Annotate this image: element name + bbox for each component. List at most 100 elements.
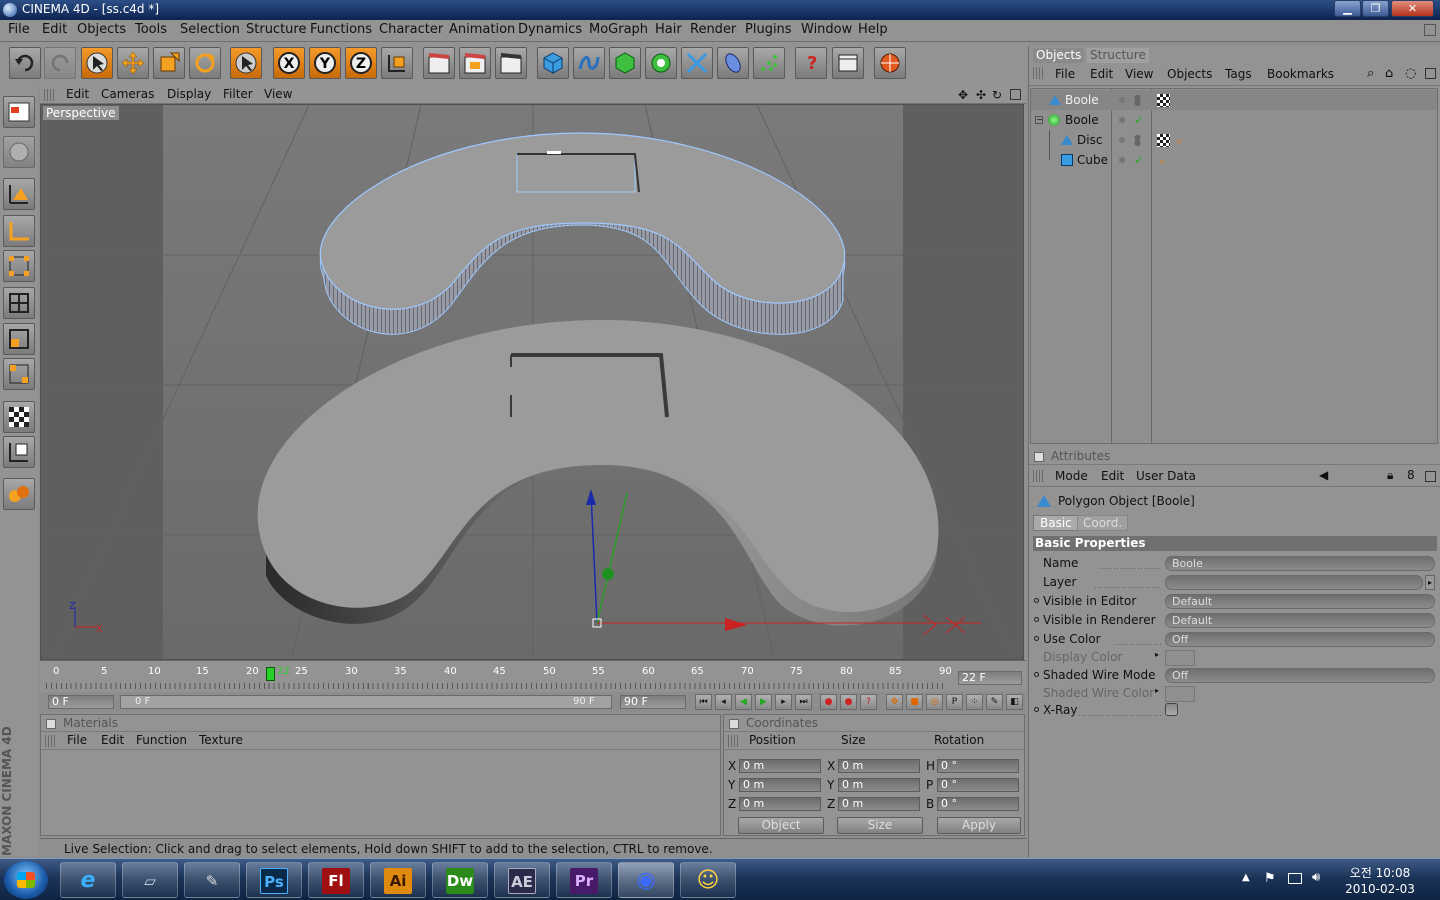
rot-b-field[interactable]: 0 °	[937, 797, 1019, 811]
viewport-menu-cameras[interactable]: Cameras	[101, 87, 154, 101]
taskbar-premiere[interactable]: Pr	[556, 862, 612, 898]
visible-in-renderer-select[interactable]: Default	[1165, 613, 1435, 628]
scale-tool-button[interactable]	[153, 47, 185, 79]
taskbar-ie[interactable]: e	[60, 862, 116, 898]
record-position-button[interactable]: ✥	[886, 694, 903, 710]
rot-h-field[interactable]: 0 °	[937, 759, 1019, 773]
workplane-button[interactable]	[3, 436, 35, 468]
shaded-wire-color-swatch[interactable]	[1165, 686, 1195, 702]
web-browser-button[interactable]	[874, 47, 906, 79]
rot-p-field[interactable]: 0 °	[937, 778, 1019, 792]
attr-tab-coord[interactable]: Coord.	[1077, 515, 1129, 531]
tab-objects[interactable]: Objects	[1033, 48, 1085, 63]
taskbar-flash[interactable]: Fl	[308, 862, 364, 898]
redo-button[interactable]	[44, 47, 76, 79]
use-texture-mode-button[interactable]	[3, 178, 35, 210]
taskbar-pen-tool[interactable]: ✎	[184, 862, 240, 898]
texture-tag-icon[interactable]	[1157, 94, 1170, 107]
menu-render[interactable]: Render	[690, 22, 736, 37]
taskbar-photoshop[interactable]: Ps	[246, 862, 302, 898]
move-tool-button[interactable]	[117, 47, 149, 79]
phong-tag-icon[interactable]: ⚬	[1157, 152, 1167, 172]
minimize-button[interactable]: ▁	[1334, 0, 1361, 17]
visibility-dot-icon[interactable]	[1119, 97, 1125, 103]
rotate-tool-button[interactable]	[189, 47, 221, 79]
visible-in-editor-select[interactable]: Default	[1165, 594, 1435, 609]
particle-object-button[interactable]	[753, 47, 785, 79]
object-menu-edit[interactable]: Edit	[1090, 67, 1113, 81]
name-field[interactable]: Boole	[1165, 556, 1435, 571]
texture-tool-button[interactable]	[3, 401, 35, 433]
home-icon[interactable]: ⌂	[1385, 66, 1393, 81]
menu-objects[interactable]: Objects	[77, 22, 126, 37]
coordinate-mode-select[interactable]: Object	[738, 817, 824, 834]
menu-edit[interactable]: Edit	[42, 22, 67, 37]
viewport-menu-edit[interactable]: Edit	[66, 87, 89, 101]
expand-arrow-icon[interactable]: ▸	[1155, 650, 1159, 659]
render-settings-button[interactable]	[832, 47, 864, 79]
menu-structure[interactable]: Structure	[246, 22, 306, 37]
viewport-maximize-icon[interactable]	[1010, 89, 1021, 100]
network-icon[interactable]	[1288, 873, 1302, 884]
taskbar-cinema4d[interactable]: ◉	[618, 862, 674, 898]
link-icon[interactable]: 8	[1407, 468, 1415, 482]
search-icon[interactable]: ⌕	[1367, 66, 1374, 81]
menu-plugins[interactable]: Plugins	[745, 22, 792, 37]
pos-y-field[interactable]: 0 m	[739, 778, 821, 792]
apply-button[interactable]: Apply	[937, 817, 1021, 834]
keyframe-selection-button[interactable]: ?	[860, 694, 877, 710]
lock-icon[interactable]: 🔒︎	[1387, 468, 1393, 483]
record-parameter-button[interactable]: P	[946, 694, 963, 710]
z-axis-lock-button[interactable]: Z	[345, 47, 377, 79]
tree-row-disc[interactable]: Disc ● ● ⚬	[1031, 130, 1437, 150]
tree-row-boole-1[interactable]: Boole ● ●	[1031, 90, 1437, 110]
use-edges-mode-button[interactable]	[3, 287, 35, 319]
object-menu-objects[interactable]: Objects	[1167, 67, 1212, 81]
attr-menu-user-data[interactable]: User Data	[1136, 469, 1196, 483]
timeline-options-button[interactable]: ✎	[986, 694, 1003, 710]
system-clock[interactable]: 오전 10:08 2010-02-03	[1330, 865, 1430, 897]
last-tool-button[interactable]	[230, 47, 262, 79]
texture-tag-icon[interactable]	[1157, 134, 1170, 147]
end-frame-field[interactable]: 90 F	[620, 695, 686, 709]
playhead[interactable]	[266, 667, 275, 681]
expand-arrow-icon[interactable]: ▸	[1155, 686, 1159, 695]
x-ray-checkbox[interactable]	[1165, 703, 1178, 716]
visibility-dot-icon[interactable]	[1119, 157, 1125, 163]
use-axis-mode-button[interactable]	[3, 215, 35, 247]
size-y-field[interactable]: 0 m	[838, 778, 920, 792]
object-menu-tags[interactable]: Tags	[1225, 67, 1252, 81]
menu-animation[interactable]: Animation	[449, 22, 515, 37]
menu-functions[interactable]: Functions	[310, 22, 372, 37]
environment-object-button[interactable]	[717, 47, 749, 79]
tray-expand-icon[interactable]: ▲	[1242, 872, 1250, 883]
new-window-icon[interactable]	[1425, 471, 1436, 482]
render-dot-icon[interactable]: ● ●	[1134, 94, 1141, 107]
array-object-button[interactable]	[645, 47, 677, 79]
live-uv-button[interactable]	[3, 358, 35, 390]
taskbar-after-effects[interactable]: AE	[494, 862, 550, 898]
object-menu-file[interactable]: File	[1055, 67, 1075, 81]
attr-menu-mode[interactable]: Mode	[1055, 469, 1088, 483]
render-dot-icon[interactable]: ● ●	[1134, 134, 1141, 147]
next-key-button[interactable]: ▸	[775, 694, 792, 710]
layer-field[interactable]	[1165, 575, 1423, 590]
current-frame-field[interactable]: 22 F	[958, 671, 1022, 685]
volume-icon[interactable]: 🔊︎	[1312, 870, 1320, 885]
start-frame-field[interactable]: 0 F	[48, 695, 114, 709]
menu-character[interactable]: Character	[379, 22, 443, 37]
perspective-viewport[interactable]: Z X Perspective	[40, 104, 1024, 660]
go-to-start-button[interactable]: ⏮	[695, 694, 712, 710]
tree-row-boole-2[interactable]: − Boole ✓	[1031, 110, 1437, 130]
viewport-move-icon[interactable]: ✥	[958, 88, 968, 102]
tab-structure[interactable]: Structure	[1087, 48, 1149, 63]
viewport-menu-filter[interactable]: Filter	[223, 87, 253, 101]
menu-help[interactable]: Help	[858, 22, 888, 37]
shaded-wire-mode-select[interactable]: Off	[1165, 668, 1435, 683]
go-to-end-button[interactable]: ⏭	[795, 694, 812, 710]
action-center-flag-icon[interactable]: ⚑	[1264, 871, 1276, 886]
menu-mograph[interactable]: MoGraph	[589, 22, 648, 37]
attr-menu-edit[interactable]: Edit	[1101, 469, 1124, 483]
visibility-dot-icon[interactable]	[1119, 117, 1125, 123]
materials-menu-function[interactable]: Function	[136, 733, 187, 747]
